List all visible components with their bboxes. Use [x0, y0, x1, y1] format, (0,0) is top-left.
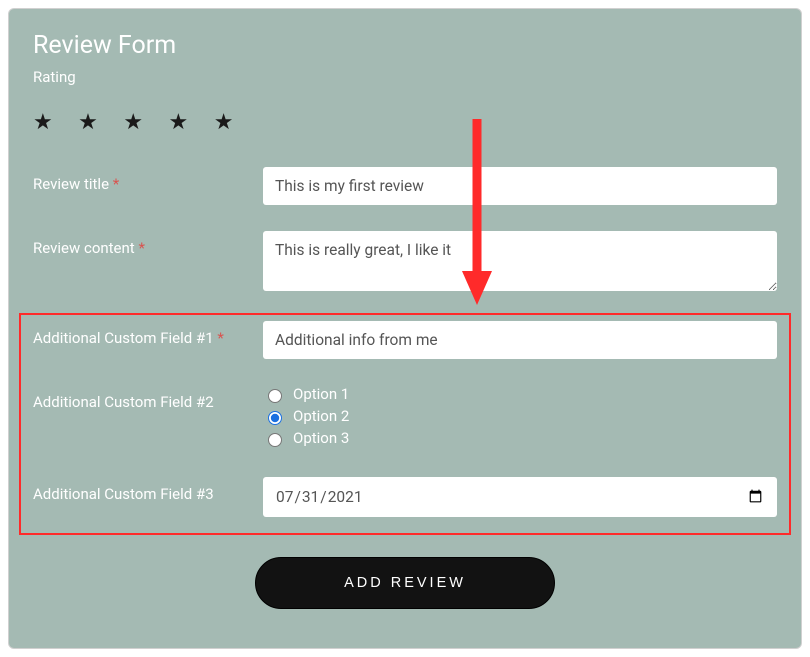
rating-label: Rating [33, 68, 777, 86]
radio-label-3: Option 3 [293, 429, 349, 447]
row-review-title: Review title * [33, 167, 777, 205]
row-custom-3: Additional Custom Field #3 [33, 477, 777, 517]
radio-label-1: Option 1 [293, 385, 349, 403]
label-text: Additional Custom Field #2 [33, 393, 214, 411]
review-content-textarea[interactable] [263, 231, 777, 291]
label-custom-3: Additional Custom Field #3 [33, 477, 263, 503]
radio-option-3[interactable]: Option 3 [263, 429, 777, 447]
radio-input-1[interactable] [268, 389, 282, 403]
label-text: Additional Custom Field #1 [33, 329, 214, 347]
label-review-title: Review title * [33, 167, 263, 193]
rating-stars[interactable]: ★ ★ ★ ★ ★ [33, 110, 777, 135]
page-title: Review Form [33, 31, 777, 60]
custom-field-2-radio-group: Option 1 Option 2 Option 3 [263, 385, 777, 451]
required-marker: * [113, 175, 119, 193]
radio-label-2: Option 2 [293, 407, 349, 425]
add-review-button[interactable]: ADD REVIEW [255, 557, 555, 609]
label-text: Review content [33, 239, 135, 257]
label-custom-1: Additional Custom Field #1 * [33, 321, 263, 347]
review-title-input[interactable] [263, 167, 777, 205]
radio-input-2[interactable] [268, 411, 282, 425]
row-custom-1: Additional Custom Field #1 * [33, 321, 777, 359]
label-text: Review title [33, 175, 109, 193]
radio-option-2[interactable]: Option 2 [263, 407, 777, 425]
custom-field-1-input[interactable] [263, 321, 777, 359]
label-review-content: Review content * [33, 231, 263, 257]
custom-field-3-date-input[interactable] [263, 477, 777, 517]
row-review-content: Review content * [33, 231, 777, 295]
label-text: Additional Custom Field #3 [33, 485, 214, 503]
required-marker: * [217, 329, 223, 347]
review-form-panel: Review Form Rating ★ ★ ★ ★ ★ Review titl… [8, 8, 802, 649]
row-custom-2: Additional Custom Field #2 Option 1 Opti… [33, 385, 777, 451]
radio-input-3[interactable] [268, 433, 282, 447]
label-custom-2: Additional Custom Field #2 [33, 385, 263, 411]
radio-option-1[interactable]: Option 1 [263, 385, 777, 403]
required-marker: * [138, 239, 144, 257]
